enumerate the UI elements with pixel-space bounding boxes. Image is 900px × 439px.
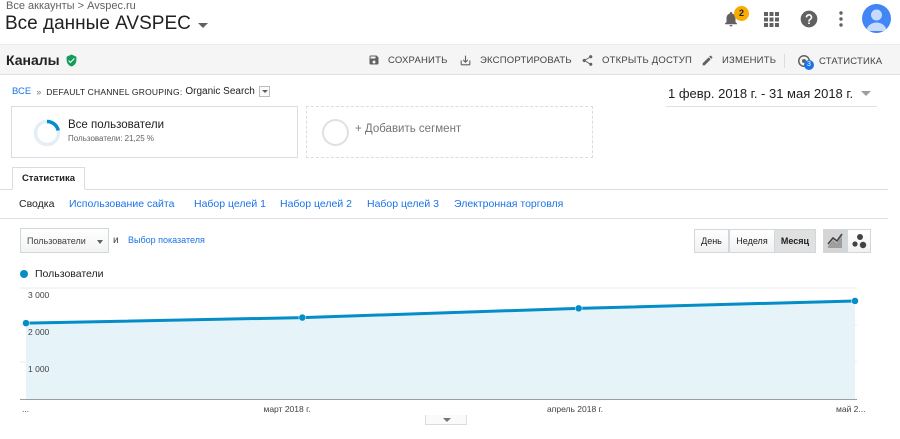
pencil-icon <box>702 55 713 66</box>
save-icon <box>369 55 379 65</box>
chevron-down-icon <box>97 240 103 244</box>
y-tick-label: 3 000 <box>28 290 50 300</box>
insights-label: СТАТИСТИКА <box>819 55 883 67</box>
share-label: ОТКРЫТЬ ДОСТУП <box>602 55 692 66</box>
line-chart-icon <box>827 233 843 248</box>
subtab-ecommerce[interactable]: Электронная торговля <box>454 198 563 210</box>
account-breadcrumb: Все аккаунты > Avspec.ru <box>6 0 136 12</box>
filter-dimension: DEFAULT CHANNEL GROUPING: <box>46 86 183 97</box>
view-title: Все данные AVSPEC <box>5 13 191 34</box>
y-tick-label: 2 000 <box>28 327 50 337</box>
export-button[interactable]: ЭКСПОРТИРОВАТЬ <box>459 54 572 67</box>
date-range-label: 1 февр. 2018 г. - 31 мая 2018 г. <box>668 86 854 101</box>
period-day-button[interactable]: День <box>694 229 729 253</box>
add-segment-card[interactable]: + Добавить сегмент <box>306 106 593 158</box>
chevron-down-icon <box>861 91 872 96</box>
period-month-button[interactable]: Месяц <box>774 229 816 253</box>
x-tick-label: март 2018 г. <box>263 404 311 414</box>
save-button[interactable]: СОХРАНИТЬ <box>368 54 448 66</box>
x-tick-label: ... <box>22 404 30 414</box>
breadcrumb-all-accounts[interactable]: Все аккаунты <box>6 0 75 12</box>
filter-all-link[interactable]: ВСЕ <box>12 86 31 97</box>
chevron-down-icon <box>197 23 208 28</box>
subtab-summary[interactable]: Сводка <box>19 198 54 210</box>
users-line-chart <box>20 287 859 400</box>
legend-dot-icon <box>20 270 28 278</box>
save-label: СОХРАНИТЬ <box>388 54 448 66</box>
segment-share: Пользователи: 21,25 % <box>68 134 155 143</box>
report-tab-strip: Статистика <box>0 165 900 190</box>
verified-shield-icon <box>66 54 76 66</box>
breadcrumb-property[interactable]: Avspec.ru <box>87 0 136 12</box>
report-title-wrap: Каналы <box>6 52 78 68</box>
motion-chart-toggle[interactable] <box>847 229 871 253</box>
report-header: Каналы СОХРАНИТЬ ЭКСПОРТИРОВАТЬ ОТКРЫТЬ … <box>0 44 900 75</box>
segment-card-all-users[interactable]: Все пользователи Пользователи: 21,25 % <box>11 106 298 158</box>
series-area <box>26 300 855 399</box>
export-label: ЭКСПОРТИРОВАТЬ <box>480 55 572 66</box>
data-point[interactable] <box>22 319 30 327</box>
y-tick-label: 1 000 <box>28 364 50 374</box>
more-vert-icon[interactable] <box>838 11 844 27</box>
data-point[interactable] <box>574 304 583 313</box>
insights-button[interactable]: 3 СТАТИСТИКА <box>784 54 883 70</box>
period-week-button[interactable]: Неделя <box>729 229 775 253</box>
x-tick-label: апрель 2018 г. <box>547 404 603 414</box>
breadcrumb-separator: > <box>77 0 85 13</box>
add-segment-label: + Добавить сегмент <box>355 123 462 135</box>
edit-button[interactable]: ИЗМЕНИТЬ <box>701 54 776 67</box>
top-bar: Все аккаунты > Avspec.ru Все данные AVSP… <box>0 0 900 44</box>
tab-strip-divider <box>0 189 888 190</box>
segment-name: Все пользователи <box>68 119 165 131</box>
help-icon[interactable] <box>799 9 819 29</box>
tab-explorer[interactable]: Статистика <box>12 167 85 190</box>
subtab-site-usage[interactable]: Использование сайта <box>69 198 174 210</box>
date-range-underline <box>666 106 877 107</box>
date-range-picker[interactable]: 1 февр. 2018 г. - 31 мая 2018 г. <box>668 86 872 101</box>
choose-metric-link[interactable]: Выбор показателя <box>128 235 205 245</box>
subtab-goal-set-1[interactable]: Набор целей 1 <box>194 198 266 210</box>
bubble-chart-icon <box>852 234 867 249</box>
insights-icon: 3 <box>797 54 814 70</box>
notification-badge: 2 <box>734 6 749 21</box>
legend-label: Пользователи <box>35 268 104 280</box>
segment-share-ring-icon <box>33 119 61 147</box>
and-label: и <box>113 235 119 246</box>
filter-value: Organic Search <box>185 86 255 97</box>
report-title: Каналы <box>6 52 60 68</box>
subtab-goal-set-3[interactable]: Набор целей 3 <box>367 198 439 210</box>
chart-collapse-handle[interactable] <box>425 415 467 425</box>
filter-breadcrumb: ВСЕ » DEFAULT CHANNEL GROUPING: Organic … <box>12 86 270 97</box>
apps-grid-icon[interactable] <box>764 12 779 27</box>
filter-separator: » <box>36 86 42 97</box>
account-avatar-icon[interactable] <box>862 4 891 33</box>
chart-legend: Пользователи <box>20 268 104 280</box>
metric-select[interactable]: Пользователи <box>20 228 109 253</box>
x-tick-label: май 2... <box>836 404 866 414</box>
data-point[interactable] <box>851 297 859 305</box>
subtab-divider <box>0 218 888 219</box>
line-chart-toggle[interactable] <box>823 229 847 253</box>
edit-label: ИЗМЕНИТЬ <box>722 55 777 66</box>
empty-segment-ring-icon <box>322 119 349 146</box>
export-icon <box>460 55 471 66</box>
metric-select-value: Пользователи <box>27 236 86 246</box>
subtab-goal-set-2[interactable]: Набор целей 2 <box>280 198 352 210</box>
share-button[interactable]: ОТКРЫТЬ ДОСТУП <box>581 54 692 67</box>
view-selector[interactable]: Все данные AVSPEC <box>5 13 208 35</box>
share-icon <box>582 55 593 66</box>
data-point[interactable] <box>298 313 307 322</box>
insights-badge: 3 <box>804 60 814 70</box>
filter-dropdown-icon[interactable] <box>258 86 270 97</box>
